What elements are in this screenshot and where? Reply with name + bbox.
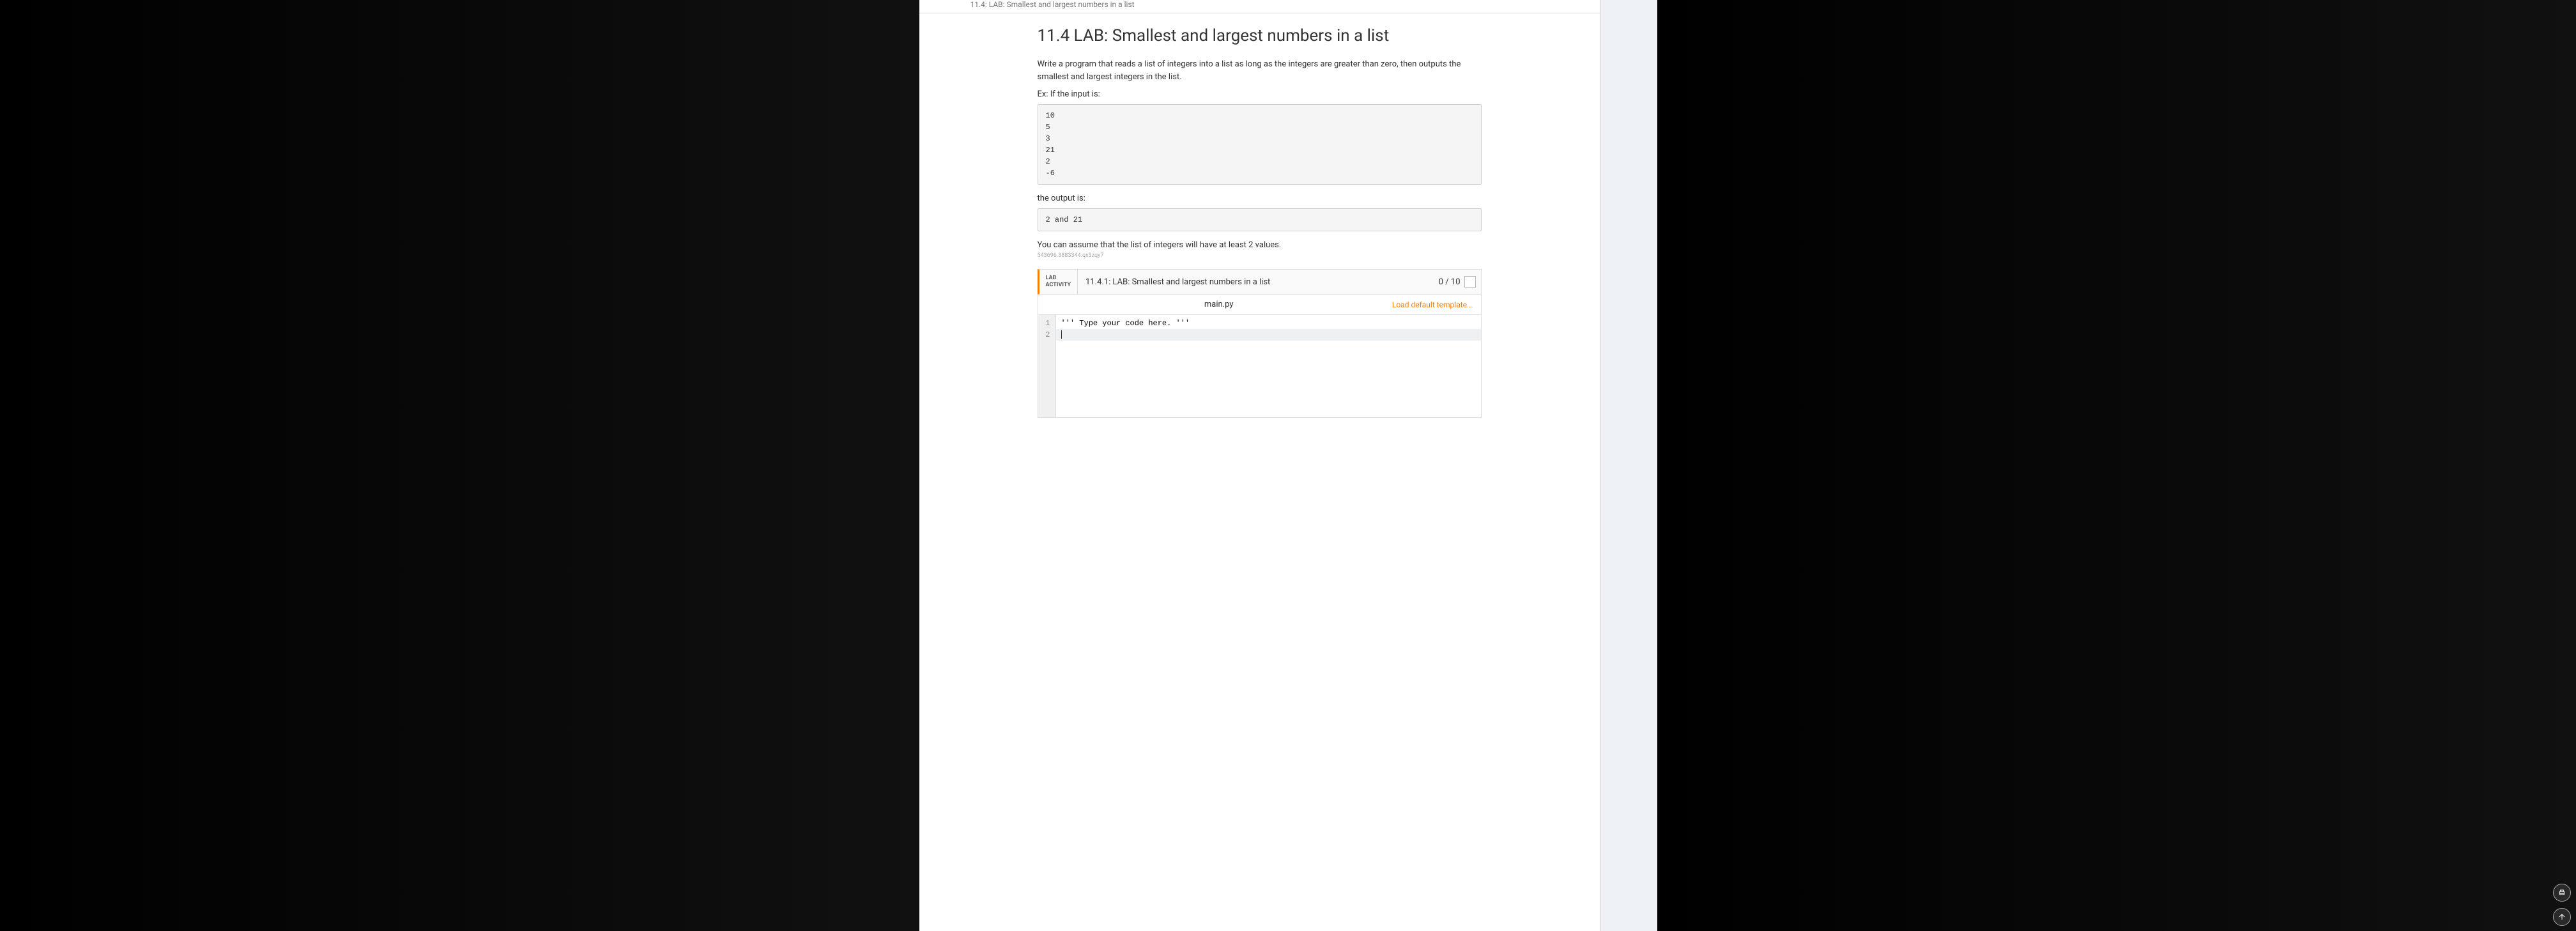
example-output-block: 2 and 21 xyxy=(1038,208,1482,231)
text-cursor-icon xyxy=(1061,330,1062,339)
score-expand-icon[interactable] xyxy=(1464,276,1476,288)
code-line[interactable] xyxy=(1056,329,1481,341)
lab-activity-title: 11.4.1: LAB: Smallest and largest number… xyxy=(1078,270,1434,294)
print-icon[interactable] xyxy=(2553,884,2571,902)
code-lines[interactable]: ''' Type your code here. ''' xyxy=(1056,315,1481,417)
load-default-template-link[interactable]: Load default template... xyxy=(1392,300,1473,309)
lab-tag-line1: LAB xyxy=(1046,275,1071,282)
example-input-label: Ex: If the input is: xyxy=(1038,89,1482,99)
assumption-note: You can assume that the list of integers… xyxy=(1038,240,1482,250)
breadcrumb[interactable]: 11.4: LAB: Smallest and largest numbers … xyxy=(970,0,1135,9)
line-number-gutter: 1 2 xyxy=(1038,315,1056,417)
floating-controls xyxy=(2553,884,2571,926)
lab-tag-line2: ACTIVITY xyxy=(1046,282,1071,289)
right-sidebar xyxy=(1600,0,1657,931)
lab-activity-header: LAB ACTIVITY 11.4.1: LAB: Smallest and l… xyxy=(1038,269,1482,295)
code-editor-panel: main.py Load default template... 1 2 '''… xyxy=(1038,295,1482,418)
line-number: 2 xyxy=(1043,329,1050,341)
lab-description: Write a program that reads a list of int… xyxy=(1038,58,1482,83)
editor-filename: main.py xyxy=(1046,300,1392,309)
page-frame: 11.4: LAB: Smallest and largest numbers … xyxy=(919,0,1600,931)
score-text: 0 / 10 xyxy=(1439,277,1460,287)
breadcrumb-bar: 11.4: LAB: Smallest and largest numbers … xyxy=(919,0,1600,13)
example-output-label: the output is: xyxy=(1038,194,1482,203)
lab-score: 0 / 10 xyxy=(1434,270,1481,294)
content-area: 11.4 LAB: Smallest and largest numbers i… xyxy=(919,13,1600,431)
scroll-up-icon[interactable] xyxy=(2553,908,2571,926)
code-editor[interactable]: 1 2 ''' Type your code here. ''' xyxy=(1038,315,1481,417)
page-title: 11.4 LAB: Smallest and largest numbers i… xyxy=(1038,26,1482,45)
lab-activity-tag: LAB ACTIVITY xyxy=(1039,270,1078,294)
example-input-block: 10 5 3 21 2 -6 xyxy=(1038,104,1482,185)
line-number: 1 xyxy=(1043,318,1050,329)
code-line[interactable]: ''' Type your code here. ''' xyxy=(1061,318,1476,329)
problem-id: 543696.3883344.qx3zqy7 xyxy=(1038,252,1482,259)
editor-toolbar: main.py Load default template... xyxy=(1038,295,1481,315)
